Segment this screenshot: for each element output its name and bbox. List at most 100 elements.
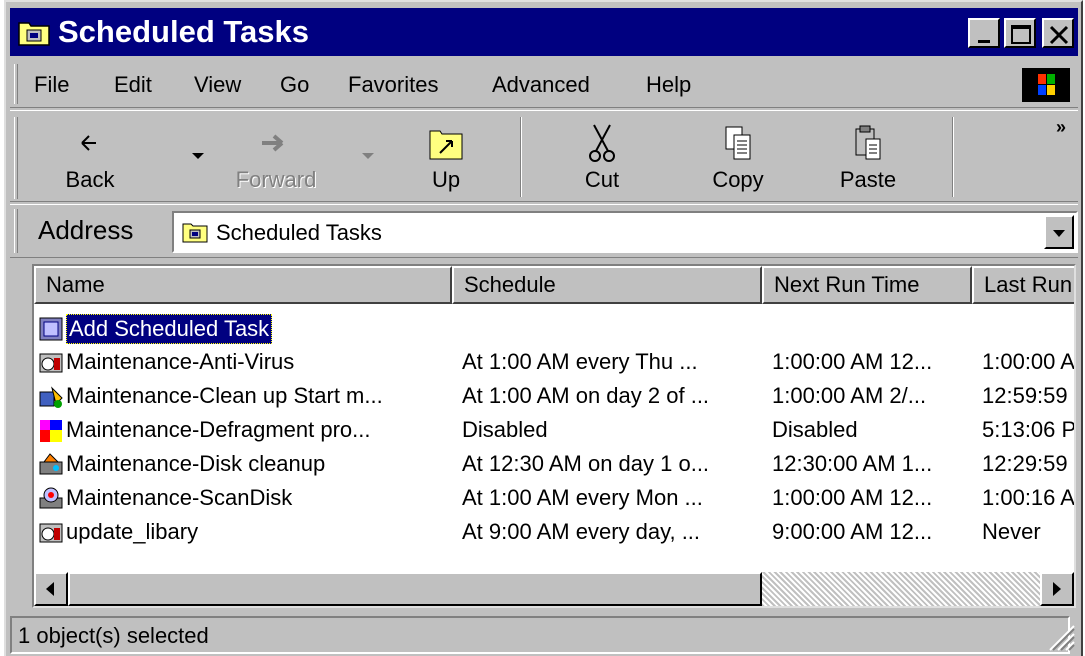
maximize-button[interactable] — [1004, 18, 1036, 48]
menu-edit[interactable]: Edit — [114, 72, 152, 98]
task-last-run: 1:00:00 A — [982, 349, 1075, 374]
forward-button[interactable]: Forward — [226, 117, 326, 199]
task-next-run-time: 1:00:00 AM 12... — [772, 485, 933, 510]
window-title: Scheduled Tasks — [58, 14, 309, 49]
scrollbar-track[interactable] — [762, 572, 1040, 606]
copy-label: Copy — [712, 167, 764, 192]
back-label: Back — [65, 167, 115, 192]
scheduled-tasks-window: Scheduled Tasks File Edit View Go Favori… — [4, 0, 1083, 656]
scrollbar-thumb[interactable] — [68, 572, 762, 606]
up-button[interactable]: Up — [396, 117, 496, 199]
task-next-run-time: Disabled — [772, 417, 858, 442]
status-text: 1 object(s) selected — [18, 623, 209, 648]
back-button[interactable]: Back — [40, 117, 140, 199]
status-panel: 1 object(s) selected — [10, 616, 1070, 654]
windows-logo-icon — [1022, 68, 1070, 102]
task-name: Maintenance-Disk cleanup — [66, 451, 326, 476]
address-bar-grip[interactable] — [14, 209, 18, 253]
scroll-left-button[interactable] — [34, 572, 68, 606]
task-name: Maintenance-ScanDisk — [66, 485, 293, 510]
task-icon — [38, 520, 64, 546]
column-header-next-run-time[interactable]: Next Run Time — [762, 266, 972, 304]
menu-help[interactable]: Help — [646, 72, 691, 98]
column-header-last-run[interactable]: Last Run — [972, 266, 1074, 304]
scroll-left-arrow-icon — [46, 582, 54, 596]
task-row[interactable]: update_libary At 9:00 AM every day, ... … — [34, 516, 1074, 550]
cut-button[interactable]: Cut — [552, 117, 652, 199]
task-last-run: 12:59:59 , — [982, 383, 1076, 408]
forward-arrow-icon — [226, 123, 326, 163]
up-label: Up — [431, 167, 461, 192]
task-last-run: 5:13:06 P — [982, 417, 1076, 442]
task-row[interactable]: Maintenance-Defragment pro... Disabled D… — [34, 414, 1076, 448]
task-schedule: At 1:00 AM every Thu ... — [462, 349, 698, 374]
toolbar-more-chevron[interactable]: » — [1056, 117, 1066, 138]
task-schedule: At 9:00 AM every day, ... — [462, 519, 701, 544]
resize-grip-icon[interactable] — [1046, 622, 1076, 652]
cut-label: Cut — [584, 167, 620, 192]
defrag-task-icon — [38, 418, 64, 444]
column-header-schedule[interactable]: Schedule — [452, 266, 762, 304]
scissors-icon — [552, 123, 652, 163]
task-name: Maintenance-Anti-Virus — [66, 349, 295, 374]
task-next-run-time: 1:00:00 AM 12... — [772, 349, 933, 374]
toolbar-separator — [952, 117, 954, 197]
copy-button[interactable]: Copy — [688, 117, 788, 199]
address-value: Scheduled Tasks — [216, 220, 382, 245]
scheduled-tasks-folder-icon — [182, 221, 208, 248]
horizontal-scrollbar[interactable] — [34, 572, 1074, 606]
task-schedule: Disabled — [462, 417, 548, 442]
paste-label: Paste — [839, 167, 897, 192]
scheduled-tasks-folder-icon — [18, 18, 50, 46]
cleanup-task-icon — [38, 384, 64, 410]
task-name: Maintenance-Defragment pro... — [66, 417, 371, 442]
back-arrow-icon — [40, 123, 140, 163]
scroll-right-arrow-icon — [1053, 582, 1061, 596]
close-icon — [1049, 25, 1069, 45]
task-schedule: At 1:00 AM on day 2 of ... — [462, 383, 710, 408]
task-row[interactable]: Maintenance-Anti-Virus At 1:00 AM every … — [34, 346, 1075, 380]
column-header-name[interactable]: Name — [34, 266, 452, 304]
address-dropdown-button[interactable] — [1044, 215, 1074, 249]
task-row[interactable]: Maintenance-ScanDisk At 1:00 AM every Mo… — [34, 482, 1075, 516]
address-bar: Address Scheduled Tasks — [10, 204, 1078, 258]
minimize-button[interactable] — [968, 18, 1000, 48]
toolbar-grip[interactable] — [14, 117, 18, 199]
address-label: Address — [38, 215, 134, 245]
standard-toolbar: Back Forward Up Cut Copy Paste » — [10, 110, 1078, 202]
maximize-icon — [1011, 25, 1031, 44]
task-name: update_libary — [66, 519, 199, 544]
task-last-run: 12:29:59 , — [982, 451, 1076, 476]
menu-bar-grip[interactable] — [14, 64, 18, 104]
menu-view[interactable]: View — [194, 72, 241, 98]
task-next-run-time: 9:00:00 AM 12... — [772, 519, 933, 544]
up-folder-icon — [396, 123, 496, 163]
task-last-run: 1:00:16 A — [982, 485, 1075, 510]
task-icon — [38, 350, 64, 376]
task-last-run: Never — [982, 519, 1041, 544]
menu-favorites[interactable]: Favorites — [348, 72, 438, 98]
task-schedule: At 1:00 AM every Mon ... — [462, 485, 703, 510]
task-row[interactable]: Maintenance-Clean up Start m... At 1:00 … — [34, 380, 1076, 414]
copy-icon — [688, 123, 788, 163]
menu-file[interactable]: File — [34, 72, 69, 98]
task-row[interactable]: Add Scheduled Task — [34, 312, 1074, 346]
task-next-run-time: 1:00:00 AM 2/... — [772, 383, 927, 408]
menu-go[interactable]: Go — [280, 72, 309, 98]
title-bar[interactable]: Scheduled Tasks — [10, 8, 1078, 56]
task-list-view[interactable]: Name Schedule Next Run Time Last Run Add… — [32, 264, 1076, 608]
task-row[interactable]: Maintenance-Disk cleanup At 12:30 AM on … — [34, 448, 1076, 482]
task-name: Maintenance-Clean up Start m... — [66, 383, 383, 408]
minimize-icon — [978, 40, 990, 43]
scandisk-task-icon — [38, 486, 64, 512]
paste-button[interactable]: Paste — [818, 117, 918, 199]
toolbar-separator — [520, 117, 522, 197]
forward-label: Forward — [235, 167, 317, 192]
forward-dropdown-arrow[interactable] — [362, 153, 374, 159]
task-name: Add Scheduled Task — [66, 314, 273, 344]
scroll-right-button[interactable] — [1040, 572, 1074, 606]
close-button[interactable] — [1042, 18, 1074, 48]
address-combobox[interactable]: Scheduled Tasks — [172, 211, 1078, 253]
back-dropdown-arrow[interactable] — [192, 153, 204, 159]
menu-advanced[interactable]: Advanced — [492, 72, 590, 98]
